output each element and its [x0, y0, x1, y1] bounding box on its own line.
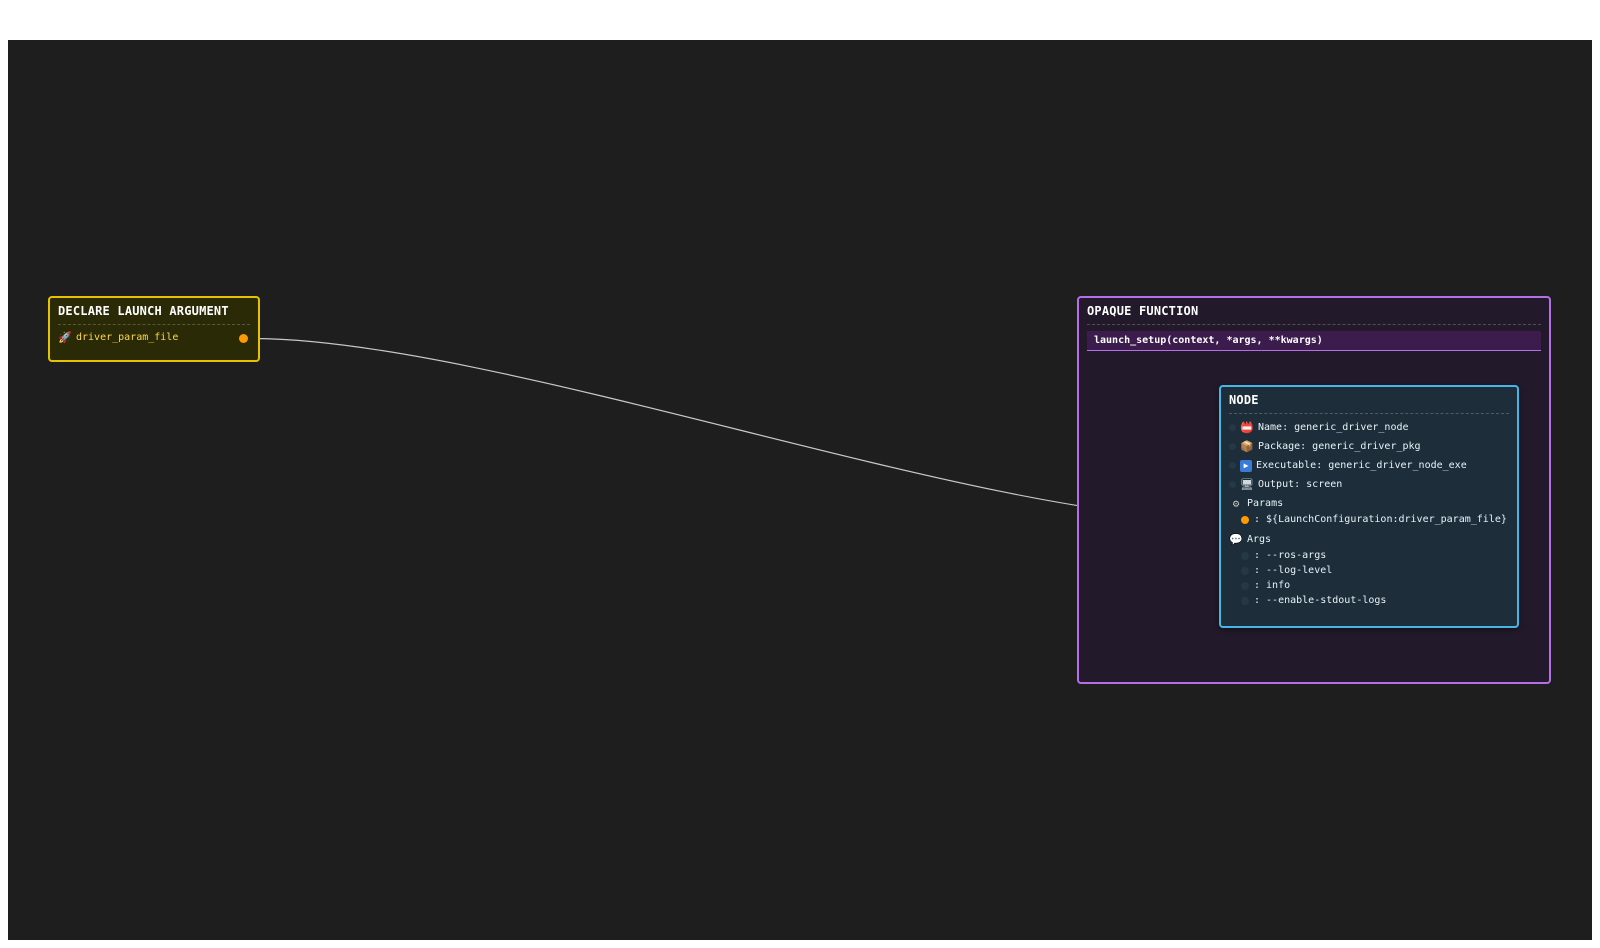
argument-row[interactable]: 🚀 driver_param_file	[50, 325, 258, 350]
port-dot	[1229, 481, 1236, 488]
argument-name: driver_param_file	[76, 332, 179, 343]
param-row: : ${LaunchConfiguration:driver_param_fil…	[1221, 512, 1517, 527]
declare-launch-argument-box[interactable]: DECLARE LAUNCH ARGUMENT 🚀 driver_param_f…	[48, 296, 260, 362]
node-title: NODE	[1229, 393, 1259, 407]
arg-value: : --ros-args	[1254, 550, 1327, 561]
node-package-row: 📦 Package: generic_driver_pkg	[1221, 437, 1517, 456]
graph-canvas[interactable]: DECLARE LAUNCH ARGUMENT 🚀 driver_param_f…	[8, 40, 1592, 940]
arg-value: : --log-level	[1254, 565, 1333, 576]
port-dot	[1241, 566, 1249, 575]
arg-item: : info	[1221, 578, 1517, 593]
arg-value: : --enable-stdout-logs	[1254, 595, 1387, 606]
speech-bubble-icon: 💬	[1229, 533, 1243, 546]
param-value: : ${LaunchConfiguration:driver_param_fil…	[1254, 514, 1507, 525]
port-dot	[1229, 462, 1236, 469]
node-name: Name: generic_driver_node	[1258, 422, 1409, 433]
node-output: Output: screen	[1258, 479, 1343, 490]
node-name-row: 📛 Name: generic_driver_node	[1221, 418, 1517, 437]
arg-item: : --log-level	[1221, 563, 1517, 578]
function-signature: launch_setup(context, *args, **kwargs)	[1087, 331, 1541, 351]
rocket-icon: 🚀	[58, 331, 72, 344]
args-section: 💬 Args	[1221, 531, 1517, 548]
output-port[interactable]	[239, 334, 248, 343]
args-label: Args	[1247, 534, 1272, 545]
node-executable-row: ▶ Executable: generic_driver_node_exe	[1221, 456, 1517, 475]
arg-item: : --ros-args	[1221, 548, 1517, 563]
port-dot	[1229, 443, 1236, 450]
params-label: Params	[1247, 498, 1284, 509]
divider	[1087, 324, 1541, 325]
arg-item: : --enable-stdout-logs	[1221, 593, 1517, 608]
port-dot	[1229, 424, 1236, 431]
declare-launch-argument-title: DECLARE LAUNCH ARGUMENT	[58, 304, 229, 318]
input-port[interactable]	[1241, 515, 1249, 524]
port-dot	[1241, 551, 1249, 560]
play-icon: ▶	[1240, 459, 1252, 472]
package-icon: 📦	[1240, 440, 1254, 453]
monitor-icon: 🖥	[1240, 478, 1254, 491]
edge-driver-param-file	[251, 337, 1220, 521]
opaque-function-title: OPAQUE FUNCTION	[1087, 304, 1199, 318]
gear-icon: ⚙	[1232, 497, 1240, 510]
calendar-icon: 📛	[1240, 421, 1254, 434]
divider	[1229, 413, 1509, 414]
node-output-row: 🖥 Output: screen	[1221, 475, 1517, 494]
port-dot	[1241, 596, 1249, 605]
params-section: ⚙ Params	[1221, 495, 1517, 512]
node-box[interactable]: NODE 📛 Name: generic_driver_node 📦 Packa…	[1219, 385, 1519, 628]
node-executable: Executable: generic_driver_node_exe	[1256, 460, 1467, 471]
arg-value: : info	[1254, 580, 1291, 591]
port-dot	[1241, 581, 1249, 590]
node-package: Package: generic_driver_pkg	[1258, 441, 1421, 452]
